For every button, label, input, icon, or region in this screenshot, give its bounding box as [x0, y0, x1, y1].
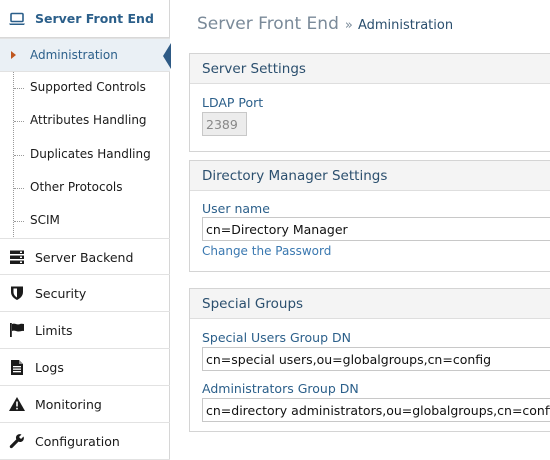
sidebar-section-label: Server Front End — [35, 11, 154, 26]
tree-branch — [14, 221, 24, 222]
sidebar-section-configuration[interactable]: Configuration — [0, 423, 170, 460]
sidebar-item-label: Attributes Handling — [30, 113, 147, 127]
breadcrumb-current: Administration — [357, 18, 454, 33]
caret-right-icon — [11, 51, 16, 59]
sidebar-item-attributes-handling[interactable]: Attributes Handling — [0, 104, 170, 138]
administrators-group-field[interactable]: cn=directory administrators,ou=globalgro… — [202, 398, 550, 422]
panel-header: Directory Manager Settings — [190, 161, 550, 191]
tree-branch — [14, 121, 24, 122]
flag-icon — [8, 321, 26, 339]
ldap-port-label: LDAP Port — [202, 95, 264, 110]
sidebar-item-label: Duplicates Handling — [30, 147, 151, 161]
sidebar-item-label: SCIM — [30, 213, 60, 227]
ldap-port-value: 2389 — [206, 116, 238, 132]
special-users-group-value: cn=special users,ou=globalgroups,cn=conf… — [206, 351, 492, 367]
panel-title: Special Groups — [202, 295, 304, 312]
tree-branch — [14, 188, 24, 189]
user-name-value: cn=Directory Manager — [206, 221, 348, 237]
sidebar-item-label: Supported Controls — [30, 80, 146, 94]
administrators-group-value: cn=directory administrators,ou=globalgro… — [206, 402, 550, 418]
sidebar-item-supported-controls[interactable]: Supported Controls — [0, 71, 170, 105]
sidebar-section-logs[interactable]: Logs — [0, 349, 170, 386]
sidebar-section-security[interactable]: Security — [0, 275, 170, 312]
sidebar-item-duplicates-handling[interactable]: Duplicates Handling — [0, 138, 170, 172]
shield-icon — [8, 284, 26, 302]
sidebar-section-label: Limits — [35, 323, 73, 338]
sidebar-section-label: Server Backend — [35, 250, 134, 265]
sidebar-section-label: Configuration — [35, 434, 120, 449]
sidebar-section-limits[interactable]: Limits — [0, 312, 170, 349]
breadcrumb-title[interactable]: Server Front End — [197, 14, 339, 34]
panel-header: Server Settings — [190, 54, 550, 84]
wrench-icon — [8, 432, 26, 450]
document-icon — [8, 358, 26, 376]
sidebar-item-label: Administration — [30, 48, 118, 62]
sidebar-section-server-front-end[interactable]: Server Front End — [0, 0, 170, 38]
sidebar: Server Front End Administration Supporte… — [0, 0, 171, 460]
user-name-field[interactable]: cn=Directory Manager — [202, 217, 550, 241]
sidebar-item-scim[interactable]: SCIM — [0, 204, 170, 238]
administrators-group-label: Administrators Group DN — [202, 381, 359, 396]
panel-title: Server Settings — [202, 60, 306, 77]
tree-branch — [14, 88, 24, 89]
special-users-group-label: Special Users Group DN — [202, 330, 351, 345]
main-content: Server Front End » Administration Server … — [171, 0, 550, 460]
tree-branch — [14, 155, 24, 156]
warning-icon — [8, 395, 26, 413]
directory-manager-panel: Directory Manager Settings User name cn=… — [189, 160, 550, 272]
breadcrumb-separator: » — [344, 18, 353, 33]
selection-indicator — [163, 43, 171, 69]
ldap-port-field[interactable]: 2389 — [202, 112, 247, 136]
sidebar-item-administration[interactable]: Administration — [0, 38, 171, 72]
panel-header: Special Groups — [190, 289, 550, 319]
sidebar-section-label: Security — [35, 286, 87, 301]
breadcrumb: Server Front End » Administration — [197, 14, 453, 34]
user-name-label: User name — [202, 201, 270, 216]
sidebar-section-server-backend[interactable]: Server Backend — [0, 238, 170, 275]
sidebar-section-label: Monitoring — [35, 397, 102, 412]
sidebar-section-label: Logs — [35, 360, 64, 375]
laptop-icon — [8, 10, 26, 28]
panel-title: Directory Manager Settings — [202, 167, 388, 184]
change-password-link[interactable]: Change the Password — [202, 244, 331, 258]
special-users-group-field[interactable]: cn=special users,ou=globalgroups,cn=conf… — [202, 347, 550, 371]
special-groups-panel: Special Groups Special Users Group DN cn… — [189, 288, 550, 432]
server-icon — [8, 248, 26, 266]
sidebar-item-other-protocols[interactable]: Other Protocols — [0, 171, 170, 205]
server-settings-panel: Server Settings LDAP Port 2389 — [189, 53, 550, 152]
sidebar-item-label: Other Protocols — [30, 180, 123, 194]
sidebar-section-monitoring[interactable]: Monitoring — [0, 386, 170, 423]
